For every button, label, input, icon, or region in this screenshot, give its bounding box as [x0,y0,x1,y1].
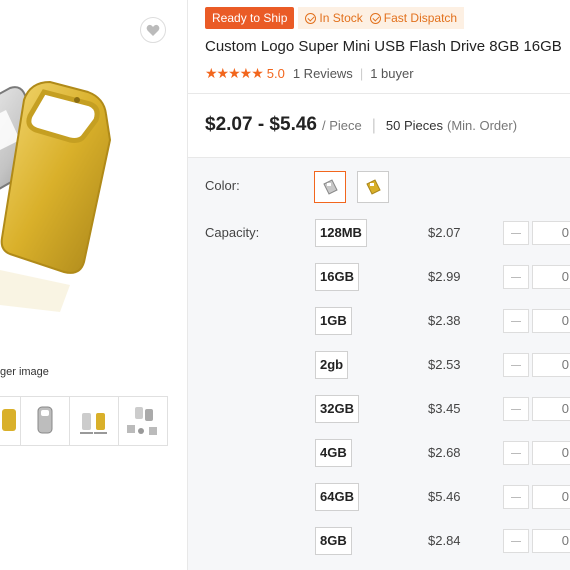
color-label: Color: [205,178,240,193]
decrement-button[interactable] [503,397,529,421]
price-row: $2.07 - $5.46 / Piece | 50 Pieces (Min. … [205,114,517,136]
usb-thumb-icon [37,406,53,434]
usb-thumb-icon [127,407,157,435]
price-unit: / Piece [321,118,362,133]
capacity-row: 2gb $2.53 0 [188,351,570,381]
reviews-link[interactable]: 1 Reviews [293,66,353,81]
quantity-input[interactable]: 0 [532,265,570,289]
product-title: Custom Logo Super Mini USB Flash Drive 8… [205,38,562,55]
capacity-price: $2.99 [428,269,461,284]
minus-icon [511,540,521,542]
capacity-option[interactable]: 128MB [315,219,367,247]
image-gallery: ger image [0,0,188,570]
min-order-note: (Min. Order) [446,118,518,133]
quantity-input[interactable]: 0 [532,309,570,333]
minus-icon [511,364,521,366]
capacity-price: $2.68 [428,445,461,460]
quantity-stepper: 0 [503,529,570,553]
capacity-row: 32GB $3.45 0 [188,395,570,425]
main-product-image[interactable] [0,0,187,320]
product-info: Ready to Ship In Stock Fast Dispatch Cus… [188,0,570,570]
divider: | [371,117,376,134]
decrement-button[interactable] [503,485,529,509]
quantity-stepper: 0 [503,441,570,465]
quantity-stepper: 0 [503,265,570,289]
rating-row: ★★★★★ 5.0 1 Reviews | 1 buyer [205,64,414,82]
capacity-option[interactable]: 64GB [315,483,359,511]
ready-to-ship-badge: Ready to Ship [205,7,295,29]
minus-icon [511,496,521,498]
capacity-price: $3.45 [428,401,461,416]
decrement-button[interactable] [503,265,529,289]
quantity-input[interactable]: 0 [532,221,570,245]
badge-row: Ready to Ship In Stock Fast Dispatch [205,7,465,29]
gold-usb-icon [366,179,381,195]
capacity-row: 4GB $2.68 0 [188,439,570,469]
capacity-option[interactable]: 1GB [315,307,352,335]
thumbnail-item[interactable] [118,396,168,446]
divider [188,93,570,94]
quantity-input[interactable]: 0 [532,353,570,377]
minus-icon [511,320,521,322]
check-circle-icon [305,12,317,24]
options-panel: Color: Capacity: 128MB $2.07 0 16GB $2.99 0 1G… [188,157,570,570]
usb-thumb-icon [2,409,16,431]
capacity-row: 16GB $2.99 0 [188,263,570,293]
in-stock-label: In Stock [319,11,363,25]
color-swatch-silver[interactable] [314,171,346,203]
capacity-option[interactable]: 8GB [315,527,352,555]
divider: | [359,65,364,81]
minus-icon [511,452,521,454]
decrement-button[interactable] [503,309,529,333]
color-swatch-gold[interactable] [357,171,389,203]
minus-icon [511,408,521,410]
star-rating-icon: ★★★★★ [205,64,264,81]
capacity-row: 128MB $2.07 0 [188,219,570,249]
buyer-count: 1 buyer [370,65,414,81]
thumbnail-item[interactable] [0,396,21,446]
check-circle-icon [369,12,381,24]
thumbnail-item[interactable] [69,396,119,446]
capacity-option[interactable]: 2gb [315,351,349,379]
decrement-button[interactable] [503,353,529,377]
capacity-price: $5.46 [428,489,461,504]
capacity-price: $2.53 [428,357,461,372]
decrement-button[interactable] [503,529,529,553]
quantity-stepper: 0 [503,221,570,245]
heart-icon [146,24,160,36]
min-order-qty: 50 Pieces [385,118,443,133]
quantity-stepper: 0 [503,353,570,377]
minus-icon [511,232,521,234]
quantity-stepper: 0 [503,309,570,333]
quantity-stepper: 0 [503,485,570,509]
favorite-button[interactable] [140,17,166,43]
usb-thumb-icon [80,413,107,434]
capacity-price: $2.38 [428,313,461,328]
decrement-button[interactable] [503,441,529,465]
rating-score: 5.0 [266,65,285,81]
capacity-option[interactable]: 32GB [315,395,359,423]
minus-icon [511,276,521,278]
fast-dispatch-label: Fast Dispatch [383,11,458,25]
larger-image-hint: ger image [0,366,49,378]
thumbnail-item[interactable] [20,396,70,446]
stock-badge: In Stock Fast Dispatch [298,7,465,29]
capacity-price: $2.84 [428,533,461,548]
silver-usb-icon [323,179,338,195]
capacity-row: 64GB $5.46 0 [188,483,570,513]
capacity-row: 8GB $2.84 0 [188,527,570,557]
price-range: $2.07 - $5.46 [205,114,317,135]
capacity-price: $2.07 [428,225,461,240]
capacity-option[interactable]: 4GB [315,439,352,467]
decrement-button[interactable] [503,221,529,245]
quantity-input[interactable]: 0 [532,529,570,553]
quantity-stepper: 0 [503,397,570,421]
capacity-option[interactable]: 16GB [315,263,359,291]
usb-drive-illustration [0,80,112,312]
capacity-row: 1GB $2.38 0 [188,307,570,337]
thumbnail-strip [0,396,168,446]
quantity-input[interactable]: 0 [532,397,570,421]
quantity-input[interactable]: 0 [532,485,570,509]
quantity-input[interactable]: 0 [532,441,570,465]
